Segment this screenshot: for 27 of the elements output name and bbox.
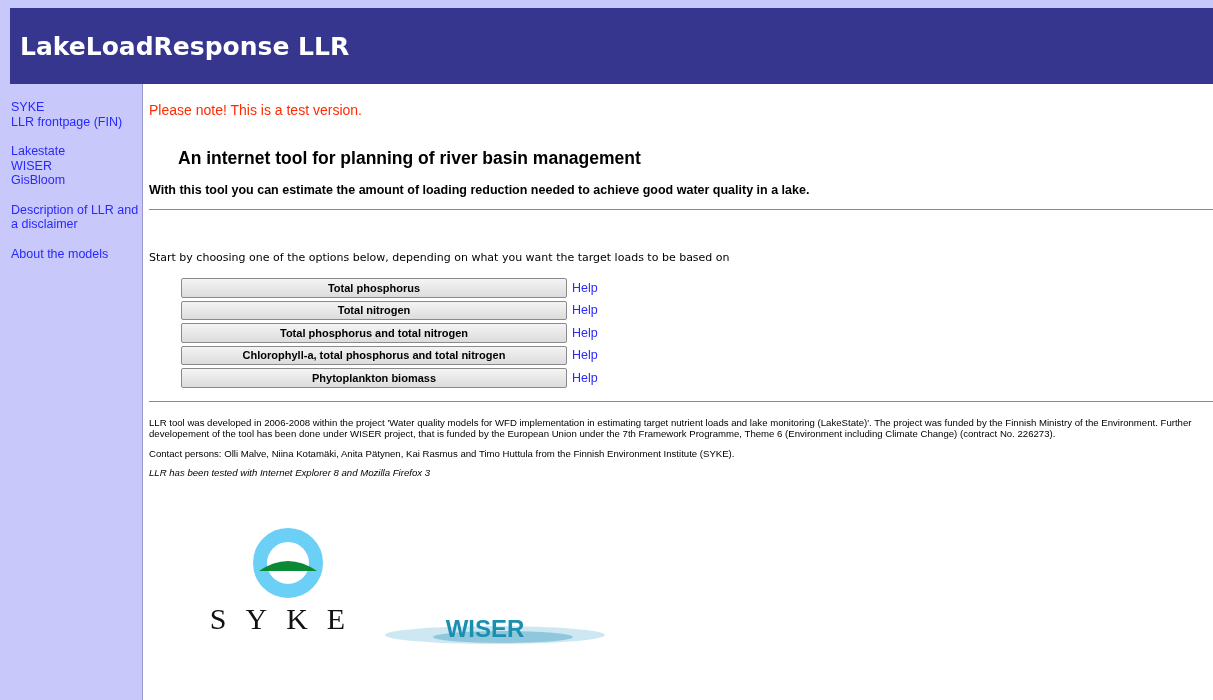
info-text: LLR tool was developed in 2006-2008 within the project 'Water quality models for WFD implementation in estimating target nutrient loads and lake monitoring (LakeState)'. The project was funded by the Finnish Ministry of the Environment. Further developement of the tool has been done under WISER project, that is funded by the European Union under the 7th Framework Programme, Theme 6 (Environment including Climate Change) (contract No. 226273). — [149, 416, 1193, 440]
help-link[interactable]: Help — [572, 280, 598, 295]
option-button[interactable]: Chlorophyll-a, total phosphorus and total nitrogen — [181, 345, 567, 365]
syke-logo: SYKE — [193, 526, 343, 637]
sidebar-link[interactable]: Lakestate — [11, 144, 66, 159]
info-text: LLR has been tested with Internet Explorer 8 and Mozilla Firefox 3 — [149, 467, 432, 479]
option-button[interactable]: Phytoplankton biomass — [181, 368, 567, 388]
sidebar-link[interactable]: GisBloom — [11, 173, 66, 188]
option-button[interactable]: Total nitrogen — [181, 300, 567, 320]
intro-text: With this tool you can estimate the amount of loading reduction needed to achieve good water quality in a lake. — [149, 183, 810, 197]
wiser-logo: WISER — [385, 608, 605, 649]
page-heading: An internet tool for planning of river basin management — [178, 148, 641, 169]
option-button[interactable]: Total phosphorus and total nitrogen — [181, 323, 567, 343]
help-link[interactable]: Help — [572, 303, 598, 318]
instruction-text: Start by choosing one of the options below, depending on what you want the target loads to be based on — [149, 251, 730, 264]
sidebar-link[interactable]: SYKE — [11, 100, 45, 115]
option-button[interactable]: Total phosphorus — [181, 278, 567, 298]
info-text: Contact persons: Olli Malve, Niina Kotamäki, Anita Pätynen, Kai Rasmus and Timo Huttula from the Finnish Environment Institute (SYKE). — [149, 447, 736, 459]
help-link[interactable]: Help — [572, 348, 598, 363]
sidebar-link[interactable]: LLR frontpage (FIN) — [11, 114, 123, 129]
help-link[interactable]: Help — [572, 325, 598, 340]
site-title: LakeLoadResponse LLR — [20, 31, 350, 61]
help-link[interactable]: Help — [572, 370, 598, 385]
notice-text: Please note! This is a test version. — [149, 102, 362, 118]
sidebar-link[interactable]: WISER — [11, 158, 52, 173]
sidebar-link[interactable]: Description of LLR and a disclaimer — [11, 202, 142, 232]
sidebar-link[interactable]: About the models — [11, 246, 109, 261]
